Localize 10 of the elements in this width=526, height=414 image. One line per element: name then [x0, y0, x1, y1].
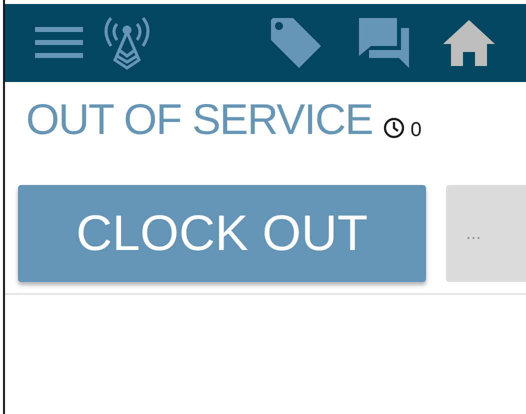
menu-icon[interactable] — [35, 27, 83, 59]
clock-out-button[interactable]: CLOCK OUT — [18, 185, 426, 282]
antenna-icon[interactable] — [103, 16, 151, 70]
status-title: OUT OF SERVICE — [26, 99, 373, 142]
clock-icon — [382, 117, 405, 139]
chat-icon[interactable] — [357, 16, 411, 70]
home-icon[interactable] — [443, 20, 495, 66]
tag-icon[interactable] — [269, 16, 323, 70]
timer-count: 0 — [410, 120, 422, 140]
more-button[interactable]: ... — [446, 185, 526, 282]
